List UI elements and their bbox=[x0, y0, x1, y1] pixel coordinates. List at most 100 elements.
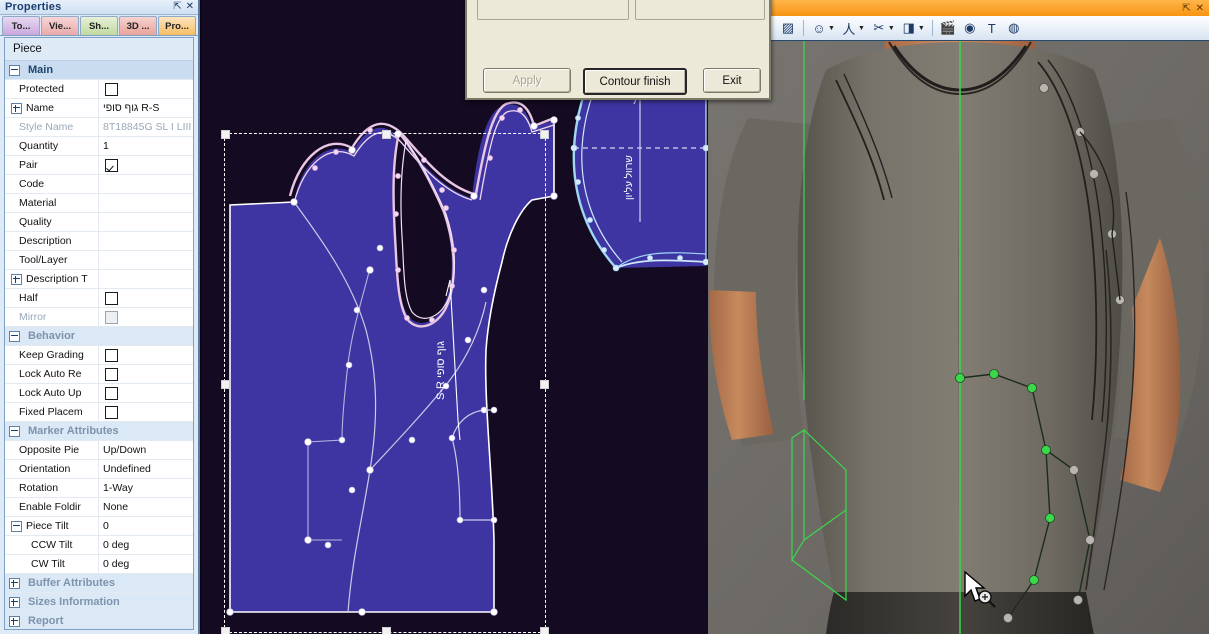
property-value-cell[interactable] bbox=[99, 156, 193, 174]
expand-icon[interactable] bbox=[9, 596, 20, 608]
property-checkbox[interactable] bbox=[105, 158, 118, 172]
close-icon[interactable]: ✕ bbox=[186, 2, 194, 12]
property-row[interactable]: CW Tilt 0 deg bbox=[5, 555, 193, 574]
property-row[interactable]: Name גוף סופי R-S bbox=[5, 99, 193, 118]
property-value-cell[interactable] bbox=[99, 346, 193, 364]
pin-icon[interactable]: ⇱ bbox=[173, 2, 181, 12]
property-value-cell[interactable] bbox=[99, 213, 193, 231]
property-checkbox[interactable] bbox=[105, 405, 118, 419]
tab-view[interactable]: Vie... bbox=[41, 16, 79, 35]
property-value-cell[interactable] bbox=[99, 289, 193, 307]
tab-3d[interactable]: 3D ... bbox=[119, 16, 157, 35]
property-row[interactable]: Protected bbox=[5, 80, 193, 99]
property-group-behavior[interactable]: Behavior bbox=[5, 327, 193, 346]
tab-shape[interactable]: Sh... bbox=[80, 16, 118, 35]
render-preview-icon[interactable]: ◉ bbox=[960, 18, 980, 38]
property-checkbox[interactable] bbox=[105, 291, 118, 305]
animation-clapper-icon[interactable]: 🎬 bbox=[938, 18, 958, 38]
property-row[interactable]: Fixed Placem bbox=[5, 403, 193, 422]
close-icon[interactable]: ✕ bbox=[1196, 3, 1204, 14]
property-value-cell[interactable] bbox=[99, 194, 193, 212]
property-value-cell[interactable] bbox=[99, 308, 193, 326]
property-value-cell[interactable]: None bbox=[99, 498, 193, 516]
lighting-icon[interactable]: ◍ bbox=[1004, 18, 1024, 38]
property-checkbox[interactable] bbox=[105, 367, 118, 381]
collapse-icon[interactable] bbox=[9, 64, 20, 76]
chevron-down-icon[interactable]: ▼ bbox=[918, 25, 925, 32]
property-row[interactable]: Rotation 1-Way bbox=[5, 479, 193, 498]
property-group-buffer-attributes[interactable]: Buffer Attributes bbox=[5, 574, 193, 593]
cut-garment-icon[interactable]: ✂ bbox=[869, 18, 889, 38]
property-group-marker-attributes[interactable]: Marker Attributes bbox=[5, 422, 193, 441]
text-annotation-icon[interactable]: T bbox=[982, 18, 1002, 38]
resize-handle-nw[interactable] bbox=[221, 130, 230, 139]
chevron-down-icon[interactable]: ▼ bbox=[888, 25, 895, 32]
expand-icon[interactable] bbox=[11, 102, 22, 114]
property-value-cell[interactable] bbox=[99, 403, 193, 421]
apply-button[interactable]: Apply bbox=[483, 68, 571, 93]
chevron-down-icon[interactable]: ▼ bbox=[828, 25, 835, 32]
property-row[interactable]: CCW Tilt 0 deg bbox=[5, 536, 193, 555]
property-value-cell[interactable]: 0 bbox=[99, 517, 193, 535]
property-row[interactable]: Quality bbox=[5, 213, 193, 232]
property-row[interactable]: Opposite Pie Up/Down bbox=[5, 441, 193, 460]
property-value-cell[interactable] bbox=[99, 365, 193, 383]
property-value-cell[interactable]: גוף סופי R-S bbox=[99, 99, 193, 117]
property-value-cell[interactable] bbox=[99, 251, 193, 269]
property-value-cell[interactable] bbox=[99, 270, 193, 288]
property-row[interactable]: Description T bbox=[5, 270, 193, 289]
avatar-settings-icon[interactable]: ☺ bbox=[809, 18, 829, 38]
collapse-icon[interactable] bbox=[9, 330, 20, 342]
tab-properties[interactable]: Pro... bbox=[158, 16, 196, 35]
property-checkbox[interactable] bbox=[105, 348, 118, 362]
property-value-cell[interactable] bbox=[99, 232, 193, 250]
property-group-report[interactable]: Report bbox=[5, 612, 193, 629]
property-value-cell[interactable]: 0 deg bbox=[99, 536, 193, 554]
property-row[interactable]: Orientation Undefined bbox=[5, 460, 193, 479]
property-value-cell[interactable] bbox=[99, 384, 193, 402]
property-row[interactable]: Half bbox=[5, 289, 193, 308]
property-value-cell[interactable]: Up/Down bbox=[99, 441, 193, 459]
resize-handle-w[interactable] bbox=[221, 380, 230, 389]
property-checkbox[interactable] bbox=[105, 82, 118, 96]
expand-icon[interactable] bbox=[11, 273, 22, 285]
collapse-icon[interactable] bbox=[11, 520, 22, 532]
3d-viewport[interactable] bbox=[708, 40, 1209, 634]
property-row[interactable]: Mirror bbox=[5, 308, 193, 327]
collapse-icon[interactable] bbox=[9, 425, 20, 437]
property-row[interactable]: Code bbox=[5, 175, 193, 194]
selection-marquee[interactable] bbox=[221, 130, 549, 634]
resize-handle-e[interactable] bbox=[540, 380, 549, 389]
property-row[interactable]: Quantity 1 bbox=[5, 137, 193, 156]
resize-handle-n[interactable] bbox=[382, 130, 391, 139]
resize-handle-s[interactable] bbox=[382, 627, 391, 634]
tab-tools[interactable]: To... bbox=[2, 16, 40, 35]
property-row[interactable]: Description bbox=[5, 232, 193, 251]
property-checkbox[interactable] bbox=[105, 386, 118, 400]
property-row[interactable]: Piece Tilt 0 bbox=[5, 517, 193, 536]
resize-handle-sw[interactable] bbox=[221, 627, 230, 634]
resize-handle-ne[interactable] bbox=[540, 130, 549, 139]
property-value-cell[interactable]: Undefined bbox=[99, 460, 193, 478]
expand-icon[interactable] bbox=[9, 577, 20, 589]
property-row[interactable]: Style Name 8T18845G SL I LIII bbox=[5, 118, 193, 137]
property-value-cell[interactable] bbox=[99, 175, 193, 193]
resize-handle-se[interactable] bbox=[540, 627, 549, 634]
property-value-cell[interactable]: 1-Way bbox=[99, 479, 193, 497]
fabric-image-icon[interactable]: ◨ bbox=[899, 18, 919, 38]
property-value-cell[interactable] bbox=[99, 80, 193, 98]
pin-icon[interactable]: ⇱ bbox=[1182, 3, 1190, 14]
property-row[interactable]: Lock Auto Up bbox=[5, 384, 193, 403]
expand-icon[interactable] bbox=[9, 615, 20, 627]
property-value-cell[interactable]: 1 bbox=[99, 137, 193, 155]
property-row[interactable]: Pair bbox=[5, 156, 193, 175]
property-value-cell[interactable]: 0 deg bbox=[99, 555, 193, 573]
exit-button[interactable]: Exit bbox=[703, 68, 761, 93]
property-row[interactable]: Tool/Layer bbox=[5, 251, 193, 270]
contour-finish-button[interactable]: Contour finish bbox=[583, 68, 687, 95]
property-row[interactable]: Material bbox=[5, 194, 193, 213]
property-checkbox[interactable] bbox=[105, 310, 118, 324]
mannequin-pose-icon[interactable]: 人 bbox=[839, 18, 859, 38]
chevron-down-icon[interactable]: ▼ bbox=[858, 25, 865, 32]
property-row[interactable]: Lock Auto Re bbox=[5, 365, 193, 384]
